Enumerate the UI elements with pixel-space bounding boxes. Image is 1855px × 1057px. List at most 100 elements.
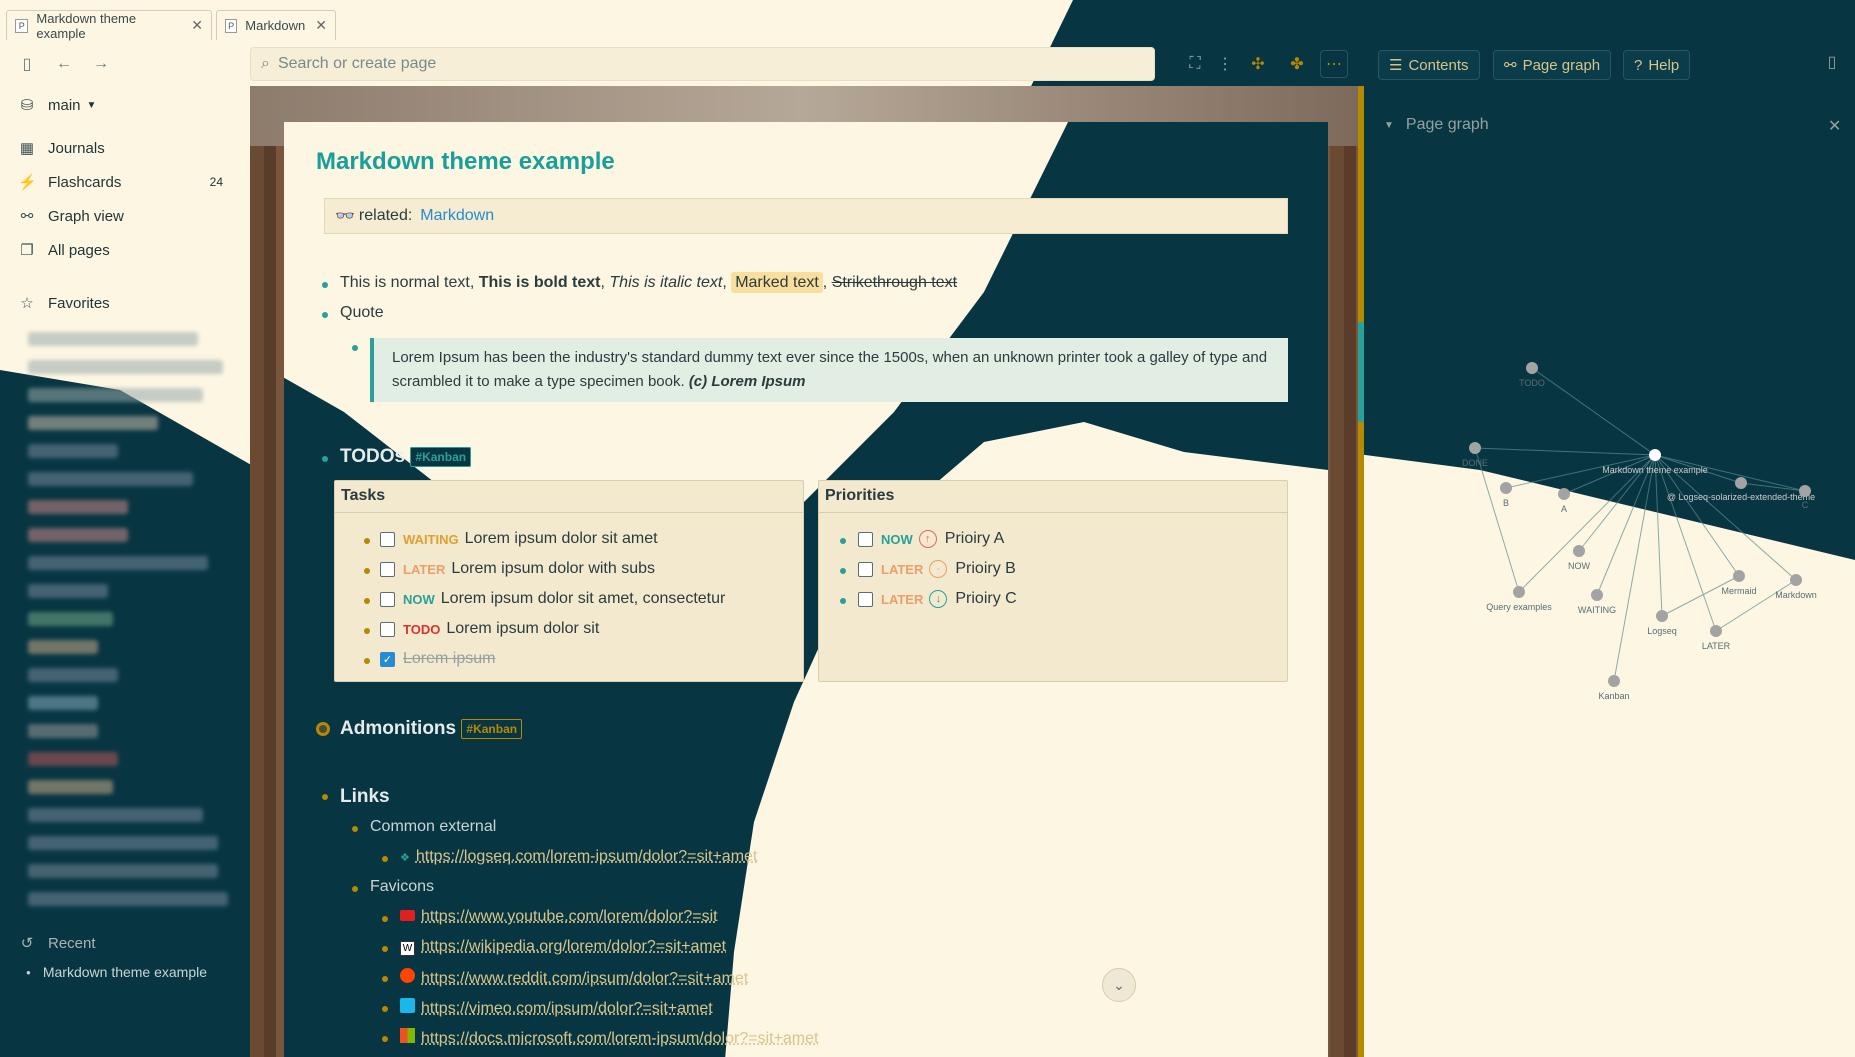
graph-selector[interactable]: ⛁ main ▼: [18, 96, 97, 115]
page-title[interactable]: Markdown theme example: [316, 148, 615, 176]
bullet[interactable]: [382, 976, 388, 982]
recent-item[interactable]: ● Markdown theme example: [26, 964, 207, 980]
admonitions-heading[interactable]: Admonitions #Kanban: [340, 718, 523, 740]
kanban-tag[interactable]: #Kanban: [461, 718, 523, 739]
checkbox-checked[interactable]: ✓: [380, 651, 395, 667]
bullet[interactable]: [364, 658, 370, 664]
close-icon[interactable]: ✕: [191, 17, 203, 34]
common-external-label[interactable]: Common external: [370, 818, 496, 836]
bullet[interactable]: [322, 282, 328, 288]
tab-markdown[interactable]: P Markdown ✕: [216, 10, 336, 40]
graph-node-logseq-theme[interactable]: [1735, 477, 1747, 489]
tab-markdown-theme-example[interactable]: P Markdown theme example ✕: [6, 10, 212, 41]
graph-node-query-examples[interactable]: [1513, 586, 1525, 598]
formatted-text-block[interactable]: This is normal text, This is bold text, …: [340, 272, 957, 293]
priority-item[interactable]: LATER ↓ Prioiry C: [858, 590, 1017, 608]
graph-node-mermaid[interactable]: [1733, 570, 1745, 582]
task-item[interactable]: LATER Lorem ipsum dolor with subs: [380, 560, 655, 578]
todos-heading[interactable]: TODOs #Kanban: [340, 446, 472, 468]
graph-node-later[interactable]: [1710, 625, 1722, 637]
bullet[interactable]: [840, 568, 846, 574]
page-properties[interactable]: 👓 related: Markdown: [324, 198, 1288, 234]
graph-node-todo[interactable]: [1526, 362, 1538, 374]
sidebar-item-graph-view[interactable]: ⚯ Graph view: [18, 207, 124, 226]
right-sidebar-toggle-icon[interactable]: ▯: [1818, 48, 1846, 76]
bullet[interactable]: [364, 568, 370, 574]
scroll-down-chevron-icon[interactable]: ⌄: [1102, 968, 1136, 1002]
bullet[interactable]: [382, 916, 388, 922]
more-horizontal-icon[interactable]: ⋯: [1320, 50, 1348, 78]
bullet[interactable]: [382, 856, 388, 862]
back-arrow-icon[interactable]: ←: [50, 50, 78, 78]
favorites-header[interactable]: ☆ Favorites: [18, 294, 109, 313]
task-item[interactable]: TODO Lorem ipsum dolor sit: [380, 620, 599, 638]
forward-arrow-icon[interactable]: →: [87, 50, 115, 78]
contents-button[interactable]: ☰ Contents: [1378, 50, 1480, 80]
sidebar-item-journals[interactable]: ▦ Journals: [18, 139, 105, 158]
task-marker[interactable]: LATER: [881, 562, 923, 577]
graph-node-a[interactable]: [1558, 488, 1570, 500]
graph-node-logseq[interactable]: [1656, 610, 1668, 622]
quote-label[interactable]: Quote: [340, 304, 384, 322]
bullet[interactable]: [382, 1036, 388, 1042]
favicons-label[interactable]: Favicons: [370, 878, 434, 896]
bullet[interactable]: [352, 826, 358, 832]
task-marker[interactable]: TODO: [403, 622, 440, 637]
checkbox[interactable]: [858, 561, 873, 577]
checkbox[interactable]: [380, 561, 395, 577]
plugin-icon[interactable]: ✣: [1244, 50, 1272, 78]
graph-node-markdown[interactable]: [1790, 574, 1802, 586]
graph-node-done[interactable]: [1469, 442, 1481, 454]
graph-node-waiting[interactable]: [1591, 589, 1603, 601]
blockquote[interactable]: Lorem Ipsum has been the industry's stan…: [370, 338, 1288, 402]
bullet[interactable]: [364, 628, 370, 634]
more-vertical-icon[interactable]: ⋮: [1211, 50, 1239, 78]
close-icon[interactable]: ✕: [315, 17, 327, 34]
link-wikipedia[interactable]: https://wikipedia.org/lorem/dolor?=sit+a…: [421, 938, 726, 955]
checkbox[interactable]: [858, 531, 873, 547]
sidebar-item-flashcards[interactable]: ⚡ Flashcards 24: [18, 173, 223, 192]
link-reddit[interactable]: https://www.reddit.com/ipsum/dolor?=sit+…: [421, 970, 748, 987]
sidebar-toggle-icon[interactable]: ▯: [13, 50, 41, 78]
bullet[interactable]: [352, 345, 358, 351]
task-item[interactable]: WAITING Lorem ipsum dolor sit amet: [380, 530, 658, 548]
checkbox[interactable]: [380, 621, 395, 637]
collapsed-bullet[interactable]: [316, 722, 330, 736]
bullet[interactable]: [840, 598, 846, 604]
link-logseq[interactable]: https://logseq.com/lorem-ipsum/dolor?=si…: [416, 848, 757, 865]
graph-node-current-page[interactable]: [1649, 449, 1661, 461]
help-button[interactable]: ? Help: [1623, 50, 1691, 80]
link-vimeo[interactable]: https://vimeo.com/ipsum/dolor?=sit+amet: [421, 1000, 713, 1017]
bullet[interactable]: [364, 538, 370, 544]
page-graph-button[interactable]: ⚯ Page graph: [1493, 50, 1612, 80]
task-item[interactable]: NOW Lorem ipsum dolor sit amet, consecte…: [380, 590, 725, 608]
bullet[interactable]: [322, 794, 328, 800]
bullet[interactable]: [352, 886, 358, 892]
task-marker[interactable]: NOW: [881, 532, 913, 547]
checkbox[interactable]: [380, 531, 395, 547]
property-link-markdown[interactable]: Markdown: [420, 207, 494, 225]
bullet[interactable]: [382, 1006, 388, 1012]
task-marker[interactable]: NOW: [403, 592, 435, 607]
bullet[interactable]: [322, 456, 328, 462]
task-marker[interactable]: LATER: [881, 592, 923, 607]
task-item-done[interactable]: ✓ Lorem ipsum: [380, 650, 495, 668]
graph-node-now[interactable]: [1573, 545, 1585, 557]
graph-node-c[interactable]: [1799, 485, 1811, 497]
recent-header[interactable]: ↺ Recent: [18, 934, 96, 953]
graph-node-kanban[interactable]: [1608, 675, 1620, 687]
checkbox[interactable]: [380, 591, 395, 607]
bullet[interactable]: [840, 538, 846, 544]
kanban-tag[interactable]: #Kanban: [410, 446, 472, 467]
priority-item[interactable]: LATER · Prioiry B: [858, 560, 1016, 578]
checkbox[interactable]: [858, 591, 873, 607]
task-marker[interactable]: LATER: [403, 562, 445, 577]
links-heading[interactable]: Links: [340, 786, 390, 808]
link-youtube[interactable]: https://www.youtube.com/lorem/dolor?=sit: [421, 908, 718, 925]
bullet[interactable]: [364, 598, 370, 604]
fullscreen-icon[interactable]: ⛶: [1181, 50, 1209, 78]
priority-item[interactable]: NOW ↑ Prioiry A: [858, 530, 1004, 548]
search-input[interactable]: ⌕ Search or create page: [250, 47, 1155, 81]
theme-icon[interactable]: ✤: [1283, 50, 1311, 78]
link-microsoft[interactable]: https://docs.microsoft.com/lorem-ipsum/d…: [421, 1030, 818, 1047]
